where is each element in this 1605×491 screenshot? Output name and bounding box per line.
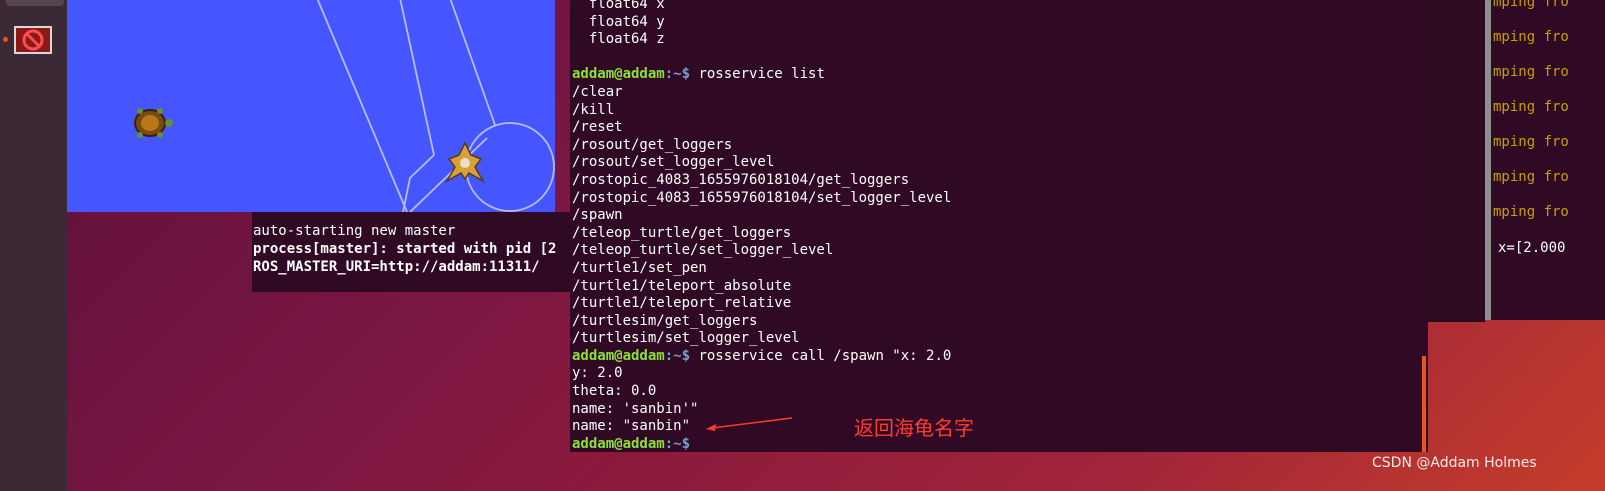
service-item: /turtle1/teleport_relative [572,295,792,312]
terminal-line: mping fro [1493,204,1569,220]
service-item: /teleop_turtle/set_logger_level [572,242,834,259]
service-item: /clear [572,83,623,100]
roscore-terminal[interactable]: auto-starting new master process[master]… [252,212,572,292]
prompt-sep: :~$ [664,66,699,83]
prompt-sep: :~$ [664,435,699,452]
main-terminal[interactable]: float64 x float64 y float64 z addam@adda… [570,0,1428,452]
command-result: name: "sanbin" [572,418,691,435]
dock-app-button[interactable] [14,26,52,54]
terminal-line: ROS_MASTER_URI=http://addam:11311/ [253,259,540,275]
background-terminal[interactable]: mping fro mping fro mping fro mping fro … [1485,0,1605,320]
command-text: rosservice list [698,66,825,83]
scroll-indicator[interactable] [1422,356,1426,452]
terminal-line: mping fro [1493,29,1569,45]
terminal-shadow [1428,0,1485,322]
terminal-line: process[master]: started with pid [2 [253,241,557,257]
terminal-output: float64 x float64 y float64 z addam@adda… [572,0,951,452]
command-continuation: name: 'sanbin'" [572,400,699,417]
prompt-sep: :~$ [664,347,699,364]
service-item: /rosout/get_loggers [572,136,733,153]
terminal-line: x=[2.000 [1498,240,1566,256]
terminal-line: mping fro [1493,134,1569,150]
terminal-line: mping fro [1493,64,1569,80]
terminal-line: mping fro [1493,169,1569,185]
launcher-dock [0,0,67,491]
turtle-path [316,0,555,212]
running-indicator [3,37,8,42]
terminal-line: float64 y [572,13,665,30]
service-item: /spawn [572,207,623,224]
no-entry-icon [22,29,44,51]
command-text: rosservice call /spawn "x: 2.0 [698,347,952,364]
scrollbar[interactable] [1485,0,1491,320]
command-continuation: theta: 0.0 [572,383,657,400]
dock-item-top[interactable] [6,0,64,6]
command-continuation: y: 2.0 [572,365,623,382]
terminal-line: mping fro [1493,0,1569,10]
service-item: /turtlesim/set_logger_level [572,330,800,347]
prompt-user: addam@addam [572,347,665,364]
terminal-line: float64 x [572,0,665,12]
turtle-icon [134,108,173,138]
service-item: /rosout/set_logger_level [572,154,775,171]
service-item: /turtle1/set_pen [572,259,707,276]
terminal-line: auto-starting new master [253,223,456,239]
service-item: /teleop_turtle/get_loggers [572,224,792,241]
turtlesim-canvas [67,0,555,212]
service-item: /turtle1/teleport_absolute [572,277,792,294]
terminal-line: float64 z [572,31,665,48]
service-item: /kill [572,101,615,118]
prompt-user: addam@addam [572,435,665,452]
service-item: /rostopic_4083_1655976018104/set_logger_… [572,189,952,206]
terminal-line: mping fro [1493,99,1569,115]
service-item: /rostopic_4083_1655976018104/get_loggers [572,171,910,188]
prompt-user: addam@addam [572,66,665,83]
annotation-arrow-icon [706,417,793,431]
annotation-label: 返回海龟名字 [854,416,974,440]
turtle-spawned-icon [444,141,486,184]
service-item: /reset [572,119,623,136]
watermark: CSDN @Addam Holmes [1372,455,1537,471]
service-item: /turtlesim/get_loggers [572,312,758,329]
